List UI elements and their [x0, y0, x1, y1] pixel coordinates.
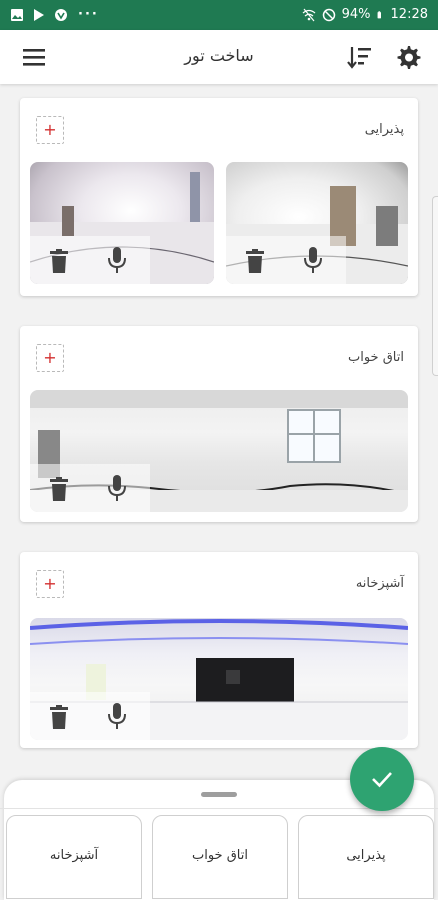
photo-controls — [30, 236, 150, 284]
block-icon — [322, 8, 335, 21]
room-title: آشپزخانه — [355, 576, 404, 591]
add-photo-button[interactable]: + — [36, 344, 64, 372]
battery-percent: 94% — [341, 7, 371, 22]
status-bar: ··· 94% 12:28 — [0, 0, 438, 30]
room-card: + پذیرایی — [20, 98, 418, 296]
photo-controls — [226, 236, 346, 284]
confirm-fab[interactable] — [350, 747, 414, 811]
trash-icon[interactable] — [48, 704, 70, 730]
mic-icon[interactable] — [106, 474, 128, 502]
trash-icon[interactable] — [48, 248, 70, 274]
mic-icon[interactable] — [106, 246, 128, 274]
play-store-icon — [34, 8, 44, 21]
clock: 12:28 — [390, 7, 428, 22]
battery-icon — [377, 10, 381, 18]
photo-controls — [30, 464, 150, 512]
room-chip-reception[interactable]: پذیرایی — [298, 815, 434, 899]
room-list[interactable]: + پذیرایی + اتاق خواب + آشپزخانه — [0, 84, 438, 780]
add-photo-button[interactable]: + — [36, 570, 64, 598]
room-title: پذیرایی — [364, 122, 404, 137]
mic-icon[interactable] — [302, 246, 324, 274]
drag-handle-icon[interactable] — [201, 792, 237, 797]
sort-icon[interactable] — [345, 44, 373, 70]
trash-icon[interactable] — [48, 476, 70, 502]
panorama-thumbnail[interactable] — [30, 618, 408, 740]
room-title: اتاق خواب — [347, 350, 404, 365]
add-photo-button[interactable]: + — [36, 116, 64, 144]
more-notifications: ··· — [78, 7, 99, 22]
gear-icon[interactable] — [394, 43, 422, 71]
trash-icon[interactable] — [244, 248, 266, 274]
mic-icon[interactable] — [106, 702, 128, 730]
room-card: + آشپزخانه — [20, 552, 418, 748]
room-chip-bedroom[interactable]: اتاق خواب — [152, 815, 288, 899]
panorama-thumbnail[interactable] — [30, 162, 214, 284]
check-icon — [372, 772, 392, 788]
image-icon — [11, 8, 23, 21]
panorama-thumbnail[interactable] — [226, 162, 408, 284]
side-scroll-handle[interactable] — [432, 196, 438, 376]
app-toolbar: ساخت تور — [0, 30, 438, 84]
wifi-off-icon — [302, 8, 316, 21]
photo-controls — [30, 692, 150, 740]
panorama-thumbnail[interactable] — [30, 390, 408, 512]
room-card: + اتاق خواب — [20, 326, 418, 522]
vpn-icon — [55, 8, 67, 21]
room-chip-kitchen[interactable]: آشپزخانه — [6, 815, 142, 899]
